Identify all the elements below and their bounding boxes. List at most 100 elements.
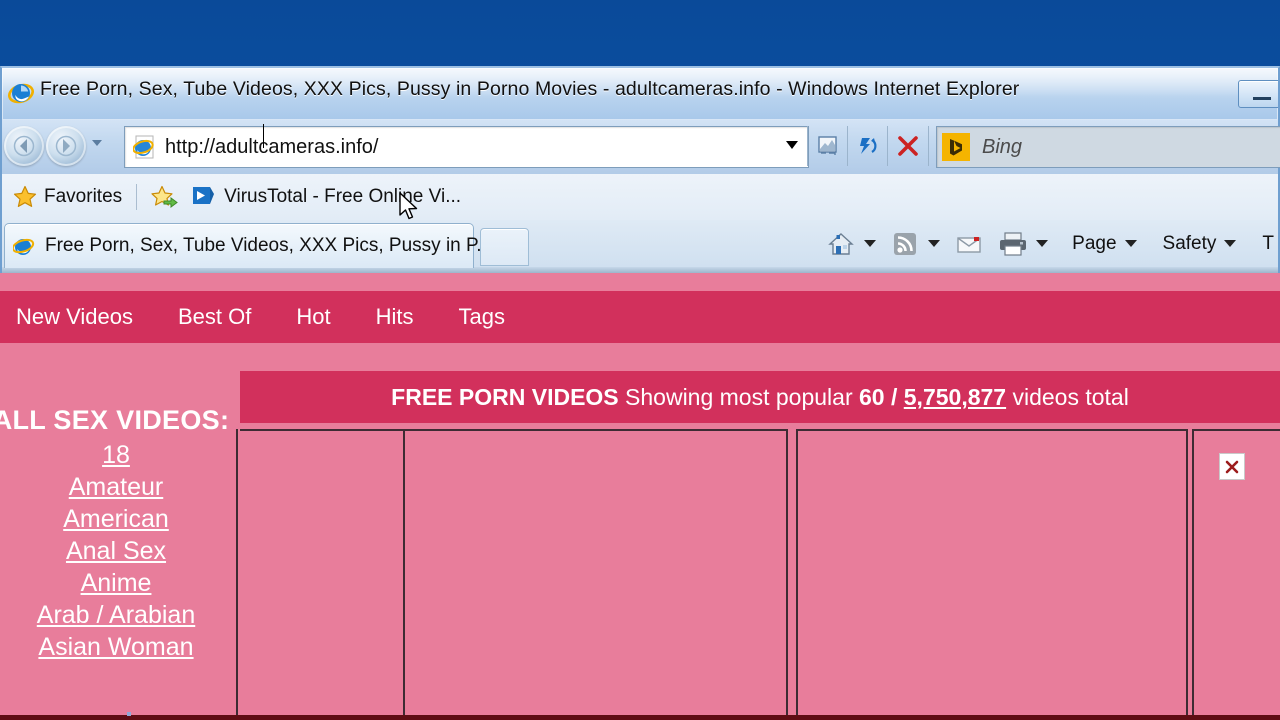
content-header-showing: Showing most popular bbox=[625, 383, 853, 410]
list-item: Arab / Arabian bbox=[0, 600, 232, 630]
window-controls[interactable] bbox=[1224, 74, 1278, 110]
site-nav-tags[interactable]: Tags bbox=[459, 304, 505, 330]
thumb-slot-3[interactable] bbox=[796, 429, 1188, 720]
back-button[interactable] bbox=[4, 126, 44, 166]
site-nav-hits[interactable]: Hits bbox=[376, 304, 414, 330]
sidebar-link-18[interactable]: 18 bbox=[102, 441, 130, 469]
tab-active[interactable]: Free Porn, Sex, Tube Videos, XXX Pics, P… bbox=[4, 223, 492, 268]
command-bar: Page Safety T bbox=[820, 220, 1278, 267]
site-nav-hot[interactable]: Hot bbox=[296, 304, 330, 330]
virustotal-icon bbox=[190, 184, 216, 210]
broken-image-icon bbox=[1219, 453, 1245, 480]
category-sidebar: ALL SEX VIDEOS: 18 Amateur American Anal… bbox=[0, 371, 232, 720]
feeds-dropdown-arrow[interactable] bbox=[928, 240, 941, 247]
sidebar-link-american[interactable]: American bbox=[63, 505, 169, 533]
new-tab-button[interactable] bbox=[480, 228, 529, 266]
sidebar-heading: ALL SEX VIDEOS: bbox=[0, 405, 230, 435]
sidebar-link-anal-sex[interactable]: Anal Sex bbox=[66, 537, 166, 565]
recent-pages-dropdown[interactable] bbox=[92, 140, 102, 146]
page-bottom-marker bbox=[127, 712, 131, 716]
list-item: Amateur bbox=[0, 472, 232, 502]
page-menu-label: Page bbox=[1072, 232, 1117, 254]
page-dropdown-arrow[interactable] bbox=[1124, 240, 1137, 247]
favorites-star-icon[interactable] bbox=[12, 184, 38, 210]
home-dropdown-arrow[interactable] bbox=[864, 240, 877, 247]
rss-feed-icon bbox=[890, 229, 920, 259]
internet-explorer-icon bbox=[8, 80, 34, 106]
internet-explorer-window: Free Porn, Sex, Tube Videos, XXX Pics, P… bbox=[0, 66, 1280, 720]
forward-button[interactable] bbox=[46, 126, 86, 166]
thumb-slot-1[interactable] bbox=[240, 429, 406, 720]
content-header-separator: / bbox=[890, 383, 898, 410]
content-header-text: FREE PORN VIDEOS Showing most popular 60… bbox=[391, 384, 1129, 411]
site-nav-spacer bbox=[0, 343, 1280, 371]
minimize-button[interactable] bbox=[1238, 80, 1278, 108]
list-item: Asian Woman bbox=[0, 632, 232, 662]
sidebar-category-list: 18 Amateur American Anal Sex Anime Arab … bbox=[0, 440, 232, 662]
list-item: 18 bbox=[0, 440, 232, 470]
window-title-bar[interactable]: Free Porn, Sex, Tube Videos, XXX Pics, P… bbox=[0, 66, 1280, 120]
address-favicon bbox=[132, 134, 157, 160]
web-page-content: New Videos Best Of Hot Hits Tags ALL SEX… bbox=[0, 273, 1280, 720]
refresh-button[interactable] bbox=[847, 126, 888, 166]
list-item: Anal Sex bbox=[0, 536, 232, 566]
feeds-button[interactable] bbox=[890, 229, 941, 259]
site-nav-best-of[interactable]: Best Of bbox=[178, 304, 251, 330]
search-input[interactable]: Bing bbox=[982, 136, 1022, 159]
favorites-bar-item-label: VirusTotal - Free Online Vi... bbox=[224, 186, 462, 207]
tools-menu-label: T bbox=[1262, 232, 1274, 254]
list-item: American bbox=[0, 504, 232, 534]
address-input[interactable]: http://adultcameras.info/ bbox=[165, 136, 378, 159]
address-dropdown-arrow[interactable] bbox=[786, 141, 798, 149]
home-icon bbox=[826, 229, 856, 259]
safety-menu-button[interactable]: Safety bbox=[1153, 233, 1237, 255]
main-content: FREE PORN VIDEOS Showing most popular 60… bbox=[240, 371, 1280, 720]
window-title: Free Porn, Sex, Tube Videos, XXX Pics, P… bbox=[40, 78, 1020, 100]
site-body: ALL SEX VIDEOS: 18 Amateur American Anal… bbox=[0, 371, 1280, 720]
search-box[interactable]: Bing bbox=[936, 126, 1280, 168]
page-menu-button[interactable]: Page bbox=[1062, 232, 1137, 255]
page-top-strip bbox=[0, 273, 1280, 291]
compatibility-view-button[interactable] bbox=[807, 126, 848, 166]
sidebar-content-divider bbox=[236, 429, 238, 720]
print-button[interactable] bbox=[998, 229, 1049, 259]
favorites-bar-item-virustotal[interactable]: VirusTotal - Free Online Vi... bbox=[190, 184, 461, 210]
tab-title: Free Porn, Sex, Tube Videos, XXX Pics, P… bbox=[45, 235, 493, 256]
site-nav-new-videos[interactable]: New Videos bbox=[16, 304, 133, 330]
sidebar-link-amateur[interactable]: Amateur bbox=[69, 473, 163, 501]
sidebar-link-asian-woman[interactable]: Asian Woman bbox=[38, 633, 193, 661]
content-header-title: FREE PORN VIDEOS bbox=[391, 383, 619, 410]
thumbnail-grid bbox=[240, 429, 1280, 720]
thumb-slot-4[interactable] bbox=[1192, 429, 1280, 720]
safety-menu-label: Safety bbox=[1162, 232, 1217, 254]
thumb-slot-2[interactable] bbox=[403, 429, 788, 720]
sidebar-link-anime[interactable]: Anime bbox=[81, 569, 152, 597]
mail-icon bbox=[954, 229, 984, 259]
address-bar[interactable]: http://adultcameras.info/ bbox=[124, 124, 809, 168]
content-header-shown-count: 60 bbox=[859, 383, 885, 410]
text-caret bbox=[263, 124, 264, 148]
stop-button[interactable] bbox=[887, 126, 929, 166]
screen: Free Porn, Sex, Tube Videos, XXX Pics, P… bbox=[0, 0, 1280, 720]
tab-favicon bbox=[11, 233, 37, 259]
printer-icon bbox=[998, 229, 1028, 259]
content-header-suffix: videos total bbox=[1012, 383, 1129, 410]
read-mail-button[interactable] bbox=[954, 229, 984, 259]
bing-icon bbox=[942, 133, 970, 161]
safety-dropdown-arrow[interactable] bbox=[1224, 240, 1237, 247]
print-dropdown-arrow[interactable] bbox=[1036, 240, 1049, 247]
favorites-bar: Favorites VirusTotal - Free Online Vi... bbox=[0, 174, 1280, 220]
page-bottom-strip bbox=[0, 712, 1280, 720]
content-header-total-count: 5,750,877 bbox=[903, 383, 1007, 410]
site-navigation: New Videos Best Of Hot Hits Tags bbox=[0, 291, 1280, 343]
tab-bar: Free Porn, Sex, Tube Videos, XXX Pics, P… bbox=[0, 220, 1280, 268]
add-to-favorites-icon[interactable] bbox=[151, 184, 178, 210]
sidebar-link-arab-arabian[interactable]: Arab / Arabian bbox=[37, 601, 195, 629]
tools-menu-button[interactable]: T bbox=[1252, 233, 1274, 255]
list-item: Anime bbox=[0, 568, 232, 598]
content-header-bar: FREE PORN VIDEOS Showing most popular 60… bbox=[240, 371, 1280, 423]
home-button[interactable] bbox=[826, 229, 877, 259]
favorites-separator bbox=[136, 184, 138, 210]
favorites-button-label[interactable]: Favorites bbox=[44, 186, 122, 208]
address-toolbar: http://adultcameras.info/ Bing bbox=[0, 120, 1280, 174]
